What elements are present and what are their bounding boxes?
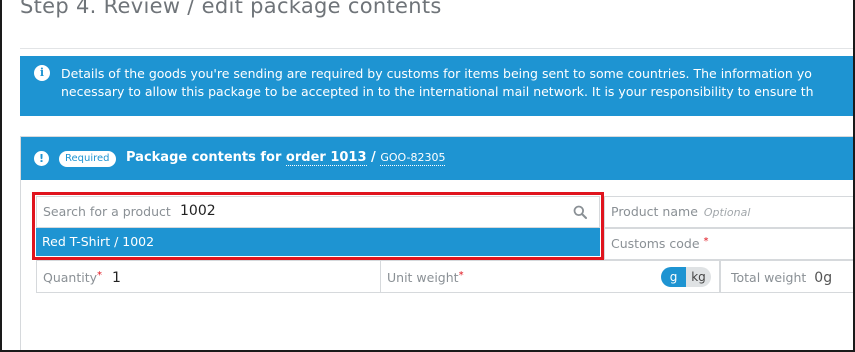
unit-weight-field[interactable]: Unit weight* g kg [380, 260, 720, 293]
quantity-field[interactable]: Quantity* 1 [36, 260, 381, 293]
total-weight-label: Total weight [731, 270, 807, 285]
unit-g-option[interactable]: g [661, 267, 686, 287]
quantity-label: Quantity [43, 270, 98, 285]
customs-code-label: Customs code [611, 236, 700, 251]
quantity-value: 1 [112, 270, 121, 286]
info-line-1: Details of the goods you're sending are … [61, 66, 812, 81]
customs-info-banner: i Details of the goods you're sending ar… [20, 56, 853, 116]
required-asterisk: * [703, 236, 709, 247]
info-icon: i [34, 65, 50, 81]
total-weight-value: 0g [814, 270, 833, 286]
search-result-item[interactable]: Red T-Shirt / 1002 [36, 228, 600, 256]
title-prefix: Package contents for [126, 150, 282, 165]
total-weight-field: Total weight 0g [720, 260, 853, 293]
order-reference[interactable]: GOO-82305 [380, 151, 446, 166]
panel-title: Package contents for order 1013 / GOO-82… [126, 150, 446, 166]
required-badge: Required [59, 151, 116, 167]
required-asterisk: * [458, 270, 464, 281]
page-frame: Step 4. Review / edit package contents i… [0, 0, 855, 352]
divider [20, 48, 853, 49]
customs-code-field[interactable]: Customs code * [604, 228, 853, 260]
step-title: Step 4. Review / edit package contents [20, 0, 442, 18]
required-asterisk: * [97, 270, 103, 281]
order-link[interactable]: order 1013 [285, 150, 367, 166]
product-name-field[interactable]: Product name Optional [604, 196, 853, 228]
weight-unit-toggle[interactable]: g kg [661, 267, 711, 287]
search-value: 1002 [180, 203, 216, 219]
panel-header: ! Required Package contents for order 10… [21, 137, 853, 180]
search-label: Search for a product [43, 204, 171, 219]
unit-kg-option[interactable]: kg [686, 267, 711, 287]
unit-weight-label: Unit weight [387, 270, 459, 285]
title-separator: / [371, 150, 376, 165]
optional-hint: Optional [703, 206, 751, 219]
info-text: Details of the goods you're sending are … [61, 65, 814, 101]
product-name-label: Product name [611, 204, 698, 219]
info-line-2: necessary to allow this package to be ac… [61, 84, 814, 99]
product-search-input[interactable]: Search for a product 1002 [36, 196, 600, 228]
exclamation-icon: ! [34, 151, 49, 166]
search-icon[interactable] [573, 205, 587, 219]
